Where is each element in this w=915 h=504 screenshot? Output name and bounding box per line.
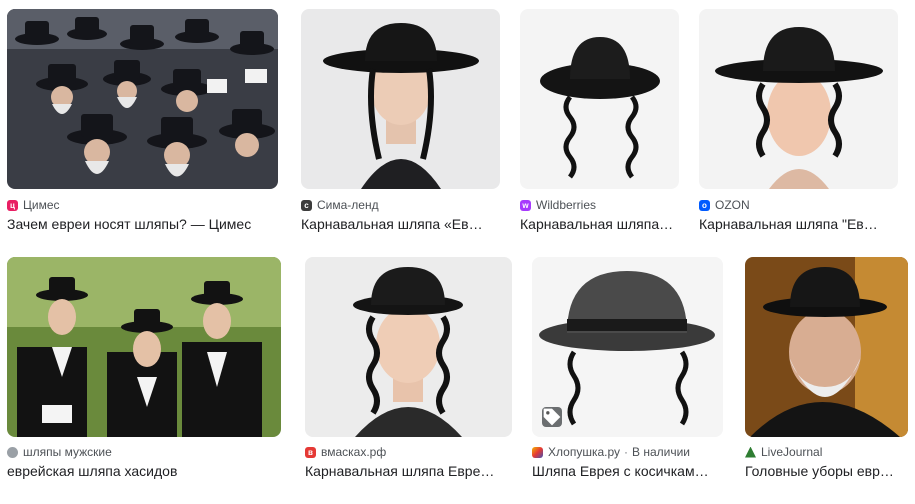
result-title[interactable]: Карнавальная шляпа Евре… [305,462,512,480]
result-image[interactable] [301,9,500,189]
result-title[interactable]: Карнавальная шляпа «Ев… [301,215,500,233]
result-title[interactable]: Головные уборы евр… [745,462,908,480]
result-source: Хлопушка.ру · В наличии [532,444,690,460]
result-title[interactable]: еврейская шляпа хасидов [7,462,281,480]
source-name: Цимес [23,198,60,212]
result-image[interactable] [520,9,679,189]
result-card-hlopushka[interactable]: Хлопушка.ру · В наличии Шляпа Еврея с ко… [532,257,723,492]
globe-icon [7,446,18,458]
result-card-livejournal[interactable]: LiveJournal Головные уборы евр… [745,257,908,492]
result-source: LiveJournal [745,444,822,460]
result-card-tsimes[interactable]: ц Цимес Зачем евреи носят шляпы? — Цимес [7,9,278,239]
result-card-ozon[interactable]: o OZON Карнавальная шляпа "Ев… [699,9,898,239]
ozon-icon: o [699,199,710,211]
result-title[interactable]: Карнавальная шляпа "Ев… [699,215,898,233]
result-image[interactable] [7,9,278,189]
result-title[interactable]: Зачем евреи носят шляпы? — Цимес [7,215,278,233]
result-image[interactable] [7,257,281,437]
source-name: OZON [715,198,750,212]
result-image[interactable] [532,257,723,437]
hlopushka-icon [532,446,543,458]
wildberries-icon: w [520,199,531,211]
tsimes-icon: ц [7,199,18,211]
result-source: ц Цимес [7,197,60,213]
hasidim-photo [7,257,281,437]
availability-label: В наличии [632,445,691,459]
man-in-bowler-photo [305,257,512,437]
result-source: в вмасках.рф [305,444,386,460]
shopping-tag-icon [542,407,562,427]
result-source: w Wildberries [520,197,596,213]
source-name: Wildberries [536,198,597,212]
result-card-wildberries[interactable]: w Wildberries Карнавальная шляпа… [520,9,679,239]
result-image[interactable] [699,9,898,189]
source-name: вмасках.рф [321,445,387,459]
result-source: o OZON [699,197,750,213]
sima-land-icon: с [301,199,312,211]
crowd-photo [7,9,278,189]
separator-dot: · [624,445,628,459]
vmaskah-icon: в [305,446,316,458]
source-name: Хлопушка.ру [548,445,620,459]
mannequin-hat-photo [699,9,898,189]
result-image[interactable] [305,257,512,437]
result-title[interactable]: Карнавальная шляпа… [520,215,679,233]
livejournal-icon [745,446,756,458]
result-card-sima-land[interactable]: с Сима-ленд Карнавальная шляпа «Ев… [301,9,500,239]
result-source: с Сима-ленд [301,197,379,213]
source-name: LiveJournal [761,445,823,459]
result-card-hats[interactable]: шляпы мужские еврейская шляпа хасидов [7,257,281,492]
rabbi-photo [745,257,908,437]
result-card-vmaskah[interactable]: в вмасках.рф Карнавальная шляпа Евре… [305,257,512,492]
man-in-hat-photo [301,9,500,189]
source-name: Сима-ленд [317,198,379,212]
result-title[interactable]: Шляпа Еврея с косичкам… [532,462,723,480]
result-source: шляпы мужские [7,444,112,460]
result-image[interactable] [745,257,908,437]
source-name: шляпы мужские [23,445,112,459]
hat-with-peyot-photo [520,9,679,189]
